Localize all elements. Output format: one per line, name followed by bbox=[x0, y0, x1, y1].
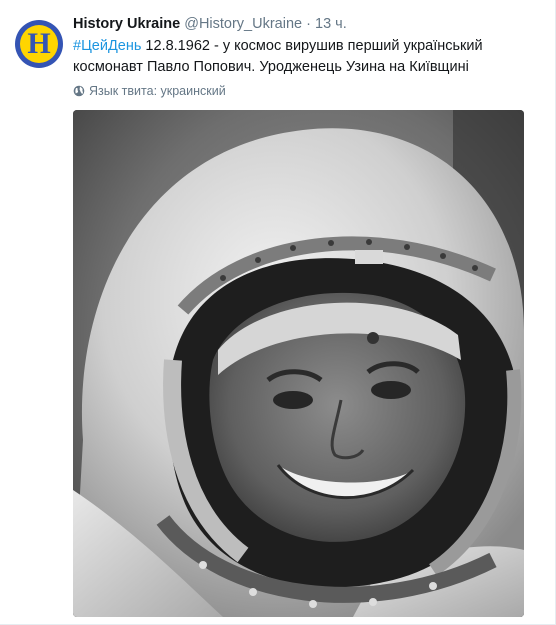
tweet-text: #ЦейДень 12.8.1962 - у космос вирушив пе… bbox=[73, 36, 543, 78]
tweet-content: History Ukraine @History_Ukraine · 13 ч.… bbox=[73, 14, 543, 99]
tweet[interactable]: H History Ukraine @History_Ukraine · 13 … bbox=[0, 0, 556, 625]
tweet-photo[interactable] bbox=[73, 110, 524, 617]
avatar-ring: H bbox=[20, 25, 58, 63]
author-username[interactable]: @History_Ukraine bbox=[184, 16, 302, 32]
language-label: Язык твита: украинский bbox=[89, 84, 226, 98]
header-separator: · bbox=[306, 16, 311, 32]
avatar-letter: H bbox=[27, 27, 51, 60]
astronaut-portrait bbox=[73, 110, 524, 617]
tweet-language: Язык твита: украинский bbox=[73, 83, 543, 99]
hashtag-link[interactable]: #ЦейДень bbox=[73, 38, 141, 54]
tweet-header: History Ukraine @History_Ukraine · 13 ч. bbox=[73, 14, 543, 34]
avatar[interactable]: H bbox=[15, 20, 63, 68]
globe-icon bbox=[73, 85, 85, 97]
author-fullname[interactable]: History Ukraine bbox=[73, 16, 180, 32]
tweet-timestamp[interactable]: 13 ч. bbox=[315, 16, 347, 32]
